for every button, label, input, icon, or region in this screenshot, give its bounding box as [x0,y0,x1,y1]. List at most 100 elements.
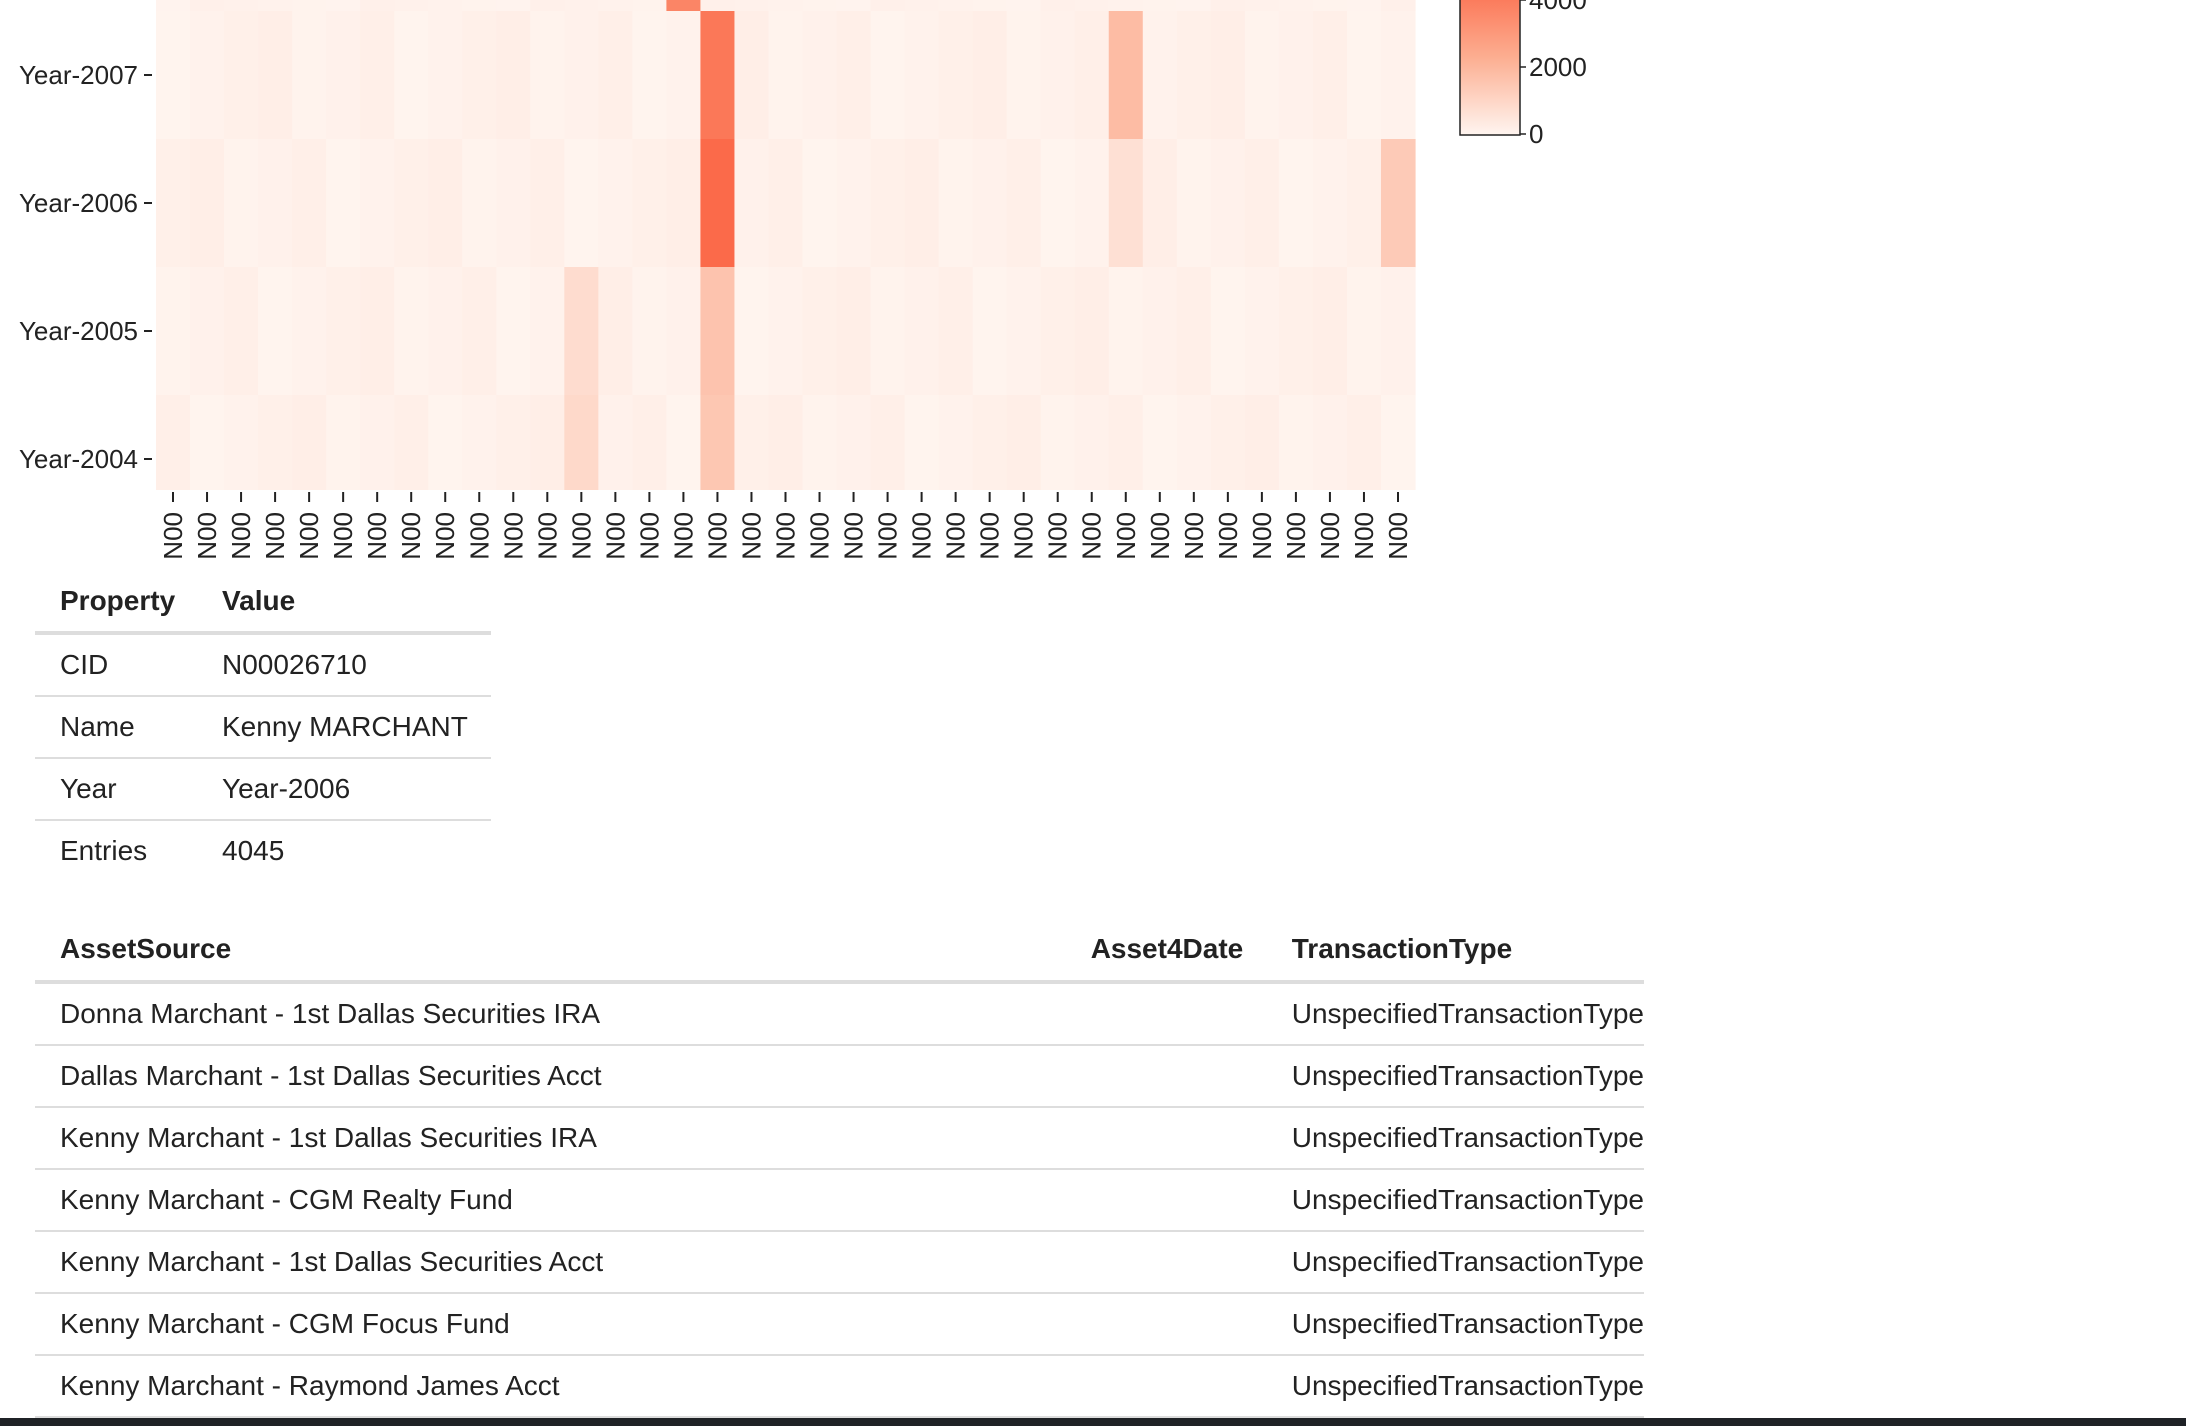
heatmap-cell [700,395,736,490]
heatmap-cell [292,395,327,490]
heatmap-cell [802,267,838,396]
heatmap-cell [1210,11,1246,140]
heatmap-cell [1006,11,1042,140]
x-tick-label: N00 [1111,512,1141,560]
heatmap-cell [1210,395,1246,490]
table-row: Kenny Marchant - CGM Realty Fund Unspeci… [35,1169,1644,1232]
heatmap-cell [768,395,804,490]
asset-source-cell: Kenny Marchant - 1st Dallas Securities I… [35,1107,1066,1170]
colorbar-tick-label: 0 [1529,119,1543,149]
heatmap-cell [1346,267,1382,396]
heatmap-cell [1244,395,1280,490]
heatmap-cell [768,0,804,11]
heatmap-cell [156,0,191,11]
heatmap-cell [1380,11,1416,140]
colorbar: 4000 2000 0 [1459,0,1587,149]
heatmap-cell [428,11,463,140]
transaction-type-cell: UnspecifiedTransactionType [1266,982,1644,1046]
table-row: Year Year-2006 [35,758,491,821]
heatmap-cell [496,11,531,140]
x-tick-label: N00 [532,512,562,560]
x-tick-label: N00 [873,512,903,560]
property-column-header: Property [35,571,197,635]
heatmap-cell [734,267,770,396]
property-value: 4045 [222,835,285,866]
heatmap-cell [1006,139,1042,268]
heatmap-cell [462,0,497,11]
heatmap-cell [802,11,838,140]
heatmap-cell [734,0,770,11]
heatmap-cell [972,139,1008,268]
heatmap-cell [1380,139,1416,268]
heatmap-cell [632,0,668,11]
heatmap-cell [1108,11,1144,140]
heatmap-cell [1278,0,1314,11]
heatmap-cell [1006,0,1042,11]
x-tick-label: N00 [260,512,290,560]
asset-source-column-header: AssetSource [35,918,1066,984]
bottom-edge-bar [0,1418,2186,1426]
heatmap-cells [156,0,1416,490]
y-tick-label: Year-2005 [19,316,138,346]
heatmap-cell [1040,11,1076,140]
heatmap-cell [836,0,872,11]
x-tick-label: N00 [362,512,392,560]
x-tick-label: N00 [1213,512,1243,560]
asset-date-cell [1065,1231,1267,1294]
heatmap-cell [666,11,702,140]
x-tick-label: N00 [158,512,188,560]
heatmap-cell [1210,267,1246,396]
heatmap-cell [1142,139,1178,268]
heatmap-cell [938,11,974,140]
heatmap-cell [598,0,633,11]
heatmap-cell [1346,11,1382,140]
transaction-type-cell: UnspecifiedTransactionType [1266,1293,1644,1356]
heatmap-cell [904,395,940,490]
heatmap-cell [1176,139,1212,268]
heatmap-cell [564,0,599,11]
heatmap-cell [394,11,429,140]
heatmap-cell [1278,395,1314,490]
heatmap-cell [428,267,463,396]
heatmap-cell [224,139,259,268]
table-row: CID N00026710 [35,633,491,697]
heatmap-cell [1006,395,1042,490]
heatmap-cell [1074,11,1110,140]
heatmap-cell [768,139,804,268]
heatmap-cell [666,0,702,11]
heatmap-cell [326,139,361,268]
table-row: Dallas Marchant - 1st Dallas Securities … [35,1045,1644,1108]
table-row: Kenny Marchant - 1st Dallas Securities I… [35,1107,1644,1170]
heatmap-cell [870,0,906,11]
heatmap-cell [1278,267,1314,396]
heatmap-cell [292,267,327,396]
heatmap-cell [632,267,668,396]
heatmap-cell [190,139,225,268]
heatmap-cell [1346,395,1382,490]
x-tick-label: N00 [668,512,698,560]
property-key: Year [35,758,197,821]
heatmap-cell [870,267,906,396]
asset-date-cell [1065,1293,1267,1356]
heatmap-cell [870,139,906,268]
heatmap-cell [1176,395,1212,490]
heatmap-cell [190,0,225,11]
heatmap-cell [530,267,565,396]
heatmap-cell [496,139,531,268]
heatmap-cell [1210,0,1246,11]
x-tick-label: N00 [1383,512,1413,560]
heatmap-cell [564,139,599,268]
heatmap-cell [836,11,872,140]
asset-date-cell [1065,1107,1267,1170]
property-value: Kenny MARCHANT [197,696,491,759]
property-value: Year-2006 [197,758,491,821]
table-row: Donna Marchant - 1st Dallas Securities I… [35,982,1644,1046]
heatmap-cell [972,395,1008,490]
heatmap-cell [904,11,940,140]
heatmap-cell [666,395,702,490]
heatmap-cell [734,395,770,490]
heatmap-cell [1074,0,1110,11]
heatmap-cell [938,267,974,396]
heatmap-cell [1040,395,1076,490]
heatmap-cell [530,11,565,140]
